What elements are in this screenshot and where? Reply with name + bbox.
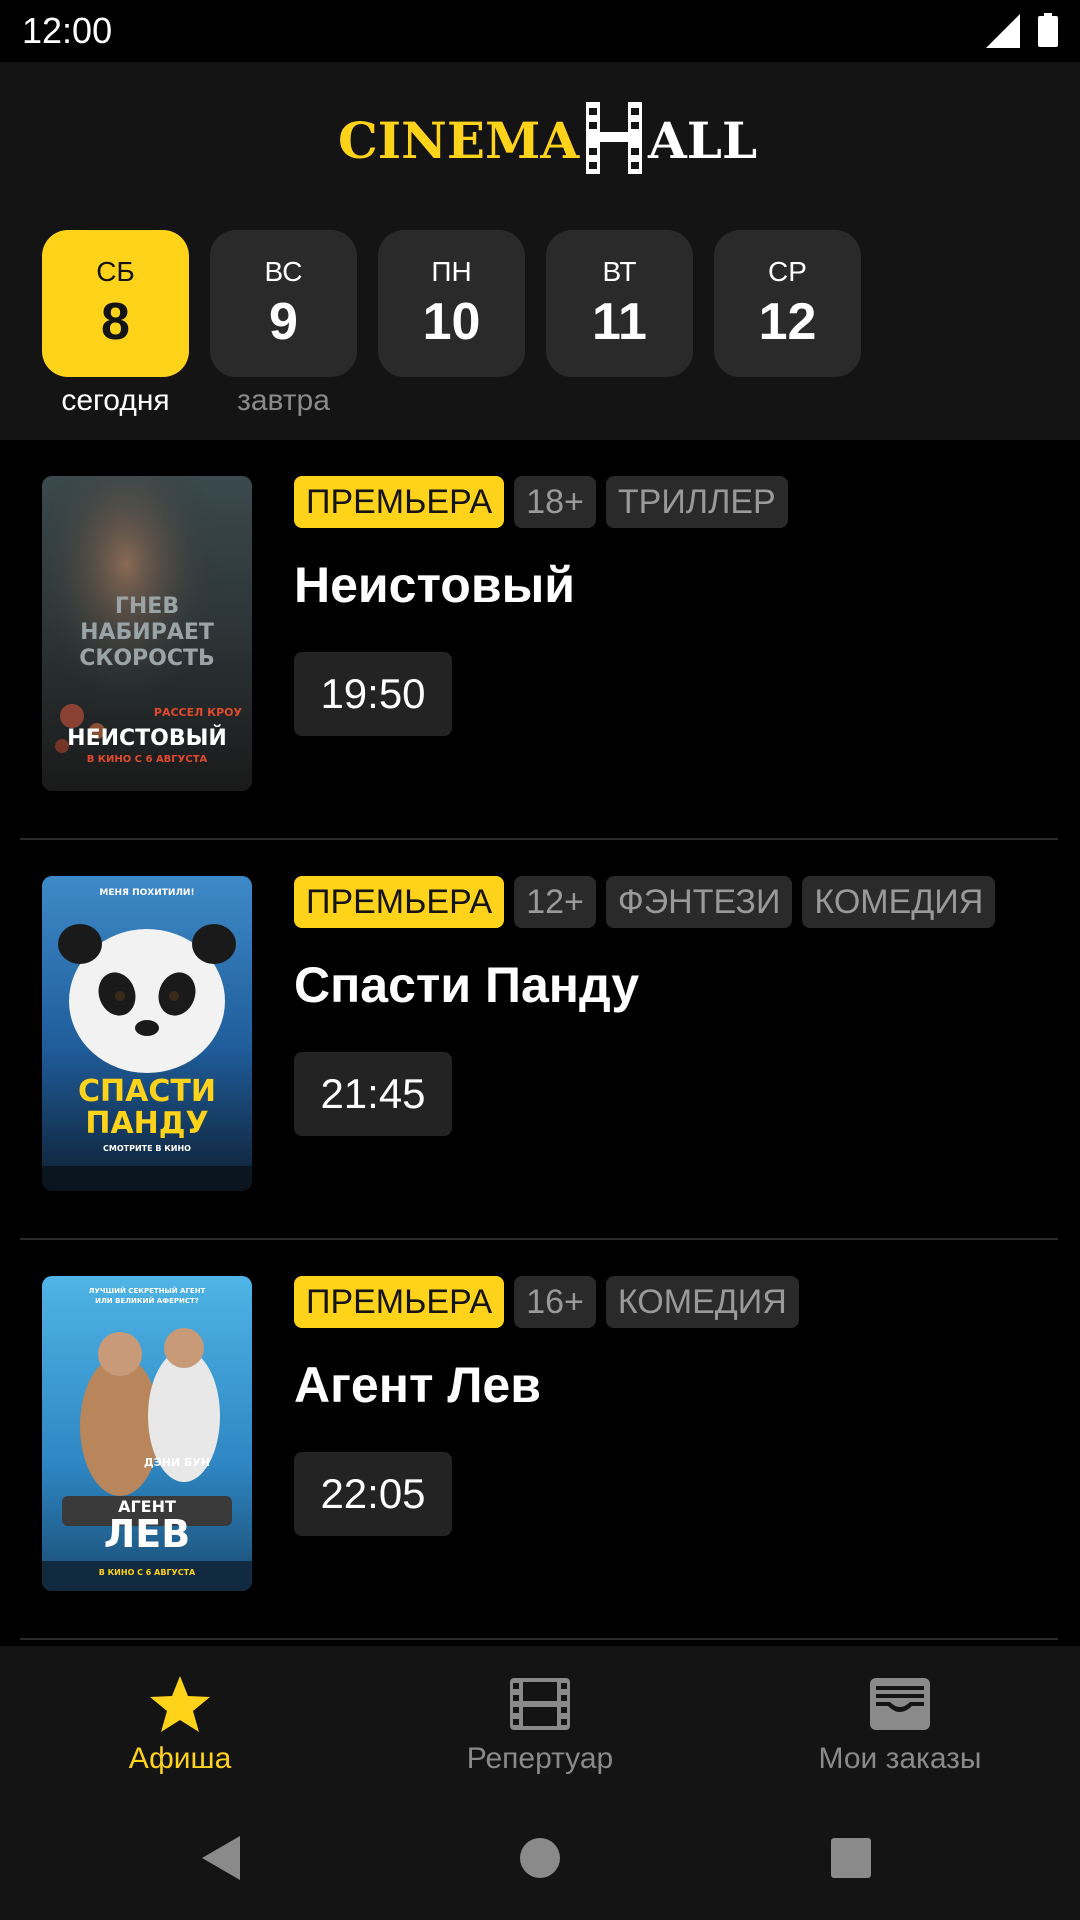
poster-tagline: ГНЕВ	[114, 594, 180, 619]
movie-card[interactable]: МЕНЯ ПОХИТИЛИ! СПАСТИ ПАНДУ СМОТРИТЕ В К…	[0, 840, 1080, 1240]
movie-list[interactable]: ГНЕВ НАБИРАЕТ СКОРОСТЬ РАССЕЛ КРОУ НЕИСТ…	[0, 440, 1080, 1646]
bottom-navigation: Афиша Репертуар Мои заказы	[0, 1646, 1080, 1798]
poster-release: В КИНО С 6 АВГУСТА	[86, 754, 208, 765]
date-chip-tue[interactable]: ВТ 11	[546, 230, 693, 377]
film-icon	[510, 1678, 570, 1730]
nav-label: Мои заказы	[818, 1742, 982, 1775]
poster-actor: РАССЕЛ КРОУ	[153, 706, 242, 719]
poster-actor: ДЭНИ БУН	[143, 1456, 211, 1469]
movie-tags: ПРЕМЬЕРА 16+ КОМЕДИЯ	[294, 1276, 799, 1328]
date-dow: ВТ	[602, 256, 637, 287]
premiere-badge: ПРЕМЬЕРА	[294, 876, 505, 928]
poster-title-line: ПАНДУ	[85, 1106, 209, 1141]
date-dow: СР	[768, 256, 807, 287]
signal-icon	[986, 14, 1020, 48]
movie-poster[interactable]: МЕНЯ ПОХИТИЛИ! СПАСТИ ПАНДУ СМОТРИТЕ В К…	[42, 876, 252, 1191]
nav-item-my-orders[interactable]: Мои заказы	[720, 1646, 1080, 1798]
session-time-button[interactable]: 22:05	[294, 1452, 452, 1536]
recents-icon[interactable]	[821, 1828, 881, 1888]
genre-badge: КОМЕДИЯ	[802, 876, 996, 928]
date-day: 12	[758, 293, 817, 351]
poster-tagline: МЕНЯ ПОХИТИЛИ!	[99, 888, 195, 898]
nav-label: Афиша	[128, 1742, 232, 1775]
movie-tags: ПРЕМЬЕРА 18+ ТРИЛЛЕР	[294, 476, 788, 528]
movie-poster[interactable]: ГНЕВ НАБИРАЕТ СКОРОСТЬ РАССЕЛ КРОУ НЕИСТ…	[42, 476, 252, 791]
date-sub-label: завтра	[237, 384, 330, 417]
back-icon[interactable]	[194, 1828, 254, 1888]
star-icon	[150, 1676, 210, 1732]
genre-badge: ТРИЛЛЕР	[605, 476, 788, 528]
date-day: 8	[101, 293, 130, 351]
poster-title: НЕИСТОВЫЙ	[67, 726, 227, 751]
movie-title[interactable]: Агент Лев	[294, 1356, 541, 1414]
logo-text-right: ALL	[647, 111, 757, 170]
genre-badge: ФЭНТЕЗИ	[605, 876, 793, 928]
session-time-button[interactable]: 21:45	[294, 1052, 452, 1136]
poster-release: В КИНО С 6 АВГУСТА	[98, 1568, 196, 1577]
session-time-button[interactable]: 19:50	[294, 652, 452, 736]
nav-label: Репертуар	[466, 1742, 614, 1775]
date-day: 10	[422, 293, 481, 351]
nav-item-afisha[interactable]: Афиша	[0, 1646, 360, 1798]
genre-badge: КОМЕДИЯ	[605, 1276, 799, 1328]
age-rating-badge: 18+	[514, 476, 596, 528]
date-chip-mon[interactable]: ПН 10	[378, 230, 525, 377]
poster-title-line: СПАСТИ	[78, 1074, 216, 1109]
tickets-icon	[870, 1678, 930, 1730]
poster-tagline: НАБИРАЕТ	[80, 620, 214, 645]
logo-text-left: CINEMA	[338, 111, 580, 170]
movie-tags: ПРЕМЬЕРА 12+ ФЭНТЕЗИ КОМЕДИЯ	[294, 876, 996, 928]
app-header: CINEMA ALL СБ 8 ВС 9 ПН 10 ВТ 11 СР 12 с…	[0, 62, 1080, 440]
poster-tagline: СКОРОСТЬ	[79, 646, 215, 671]
poster-release: СМОТРИТЕ В КИНО	[103, 1144, 191, 1153]
date-dow: СБ	[96, 256, 135, 287]
divider	[20, 1638, 1058, 1640]
status-bar: 12:00	[0, 0, 1080, 62]
movie-title[interactable]: Неистовый	[294, 556, 575, 614]
film-strip-h-icon	[586, 102, 642, 174]
date-day: 11	[592, 293, 647, 351]
date-sub-label: сегодня	[61, 384, 170, 417]
premiere-badge: ПРЕМЬЕРА	[294, 1276, 505, 1328]
battery-icon	[1038, 13, 1058, 47]
movie-title[interactable]: Спасти Панду	[294, 956, 639, 1014]
movie-card[interactable]: ЛУЧШИЙ СЕКРЕТНЫЙ АГЕНТ ИЛИ ВЕЛИКИЙ АФЕРИ…	[0, 1240, 1080, 1640]
date-chip-sun[interactable]: ВС 9	[210, 230, 357, 377]
home-icon[interactable]	[510, 1828, 570, 1888]
age-rating-badge: 12+	[514, 876, 596, 928]
nav-item-repertoire[interactable]: Репертуар	[360, 1646, 720, 1798]
date-chip-wed[interactable]: СР 12	[714, 230, 861, 377]
date-dow: ВС	[264, 256, 303, 287]
status-time: 12:00	[22, 10, 113, 51]
poster-tagline: ЛУЧШИЙ СЕКРЕТНЫЙ АГЕНТ	[88, 1287, 206, 1295]
age-rating-badge: 16+	[514, 1276, 596, 1328]
cinema-hall-logo: CINEMA ALL	[338, 102, 757, 174]
date-day: 9	[269, 293, 298, 351]
premiere-badge: ПРЕМЬЕРА	[294, 476, 505, 528]
movie-poster[interactable]: ЛУЧШИЙ СЕКРЕТНЫЙ АГЕНТ ИЛИ ВЕЛИКИЙ АФЕРИ…	[42, 1276, 252, 1591]
date-chip-sat[interactable]: СБ 8	[42, 230, 189, 377]
system-navigation-bar	[0, 1798, 1080, 1920]
poster-tagline: ИЛИ ВЕЛИКИЙ АФЕРИСТ?	[95, 1297, 199, 1305]
movie-card[interactable]: ГНЕВ НАБИРАЕТ СКОРОСТЬ РАССЕЛ КРОУ НЕИСТ…	[0, 440, 1080, 840]
date-dow: ПН	[431, 256, 472, 287]
poster-title-line: ЛЕВ	[103, 1512, 191, 1556]
